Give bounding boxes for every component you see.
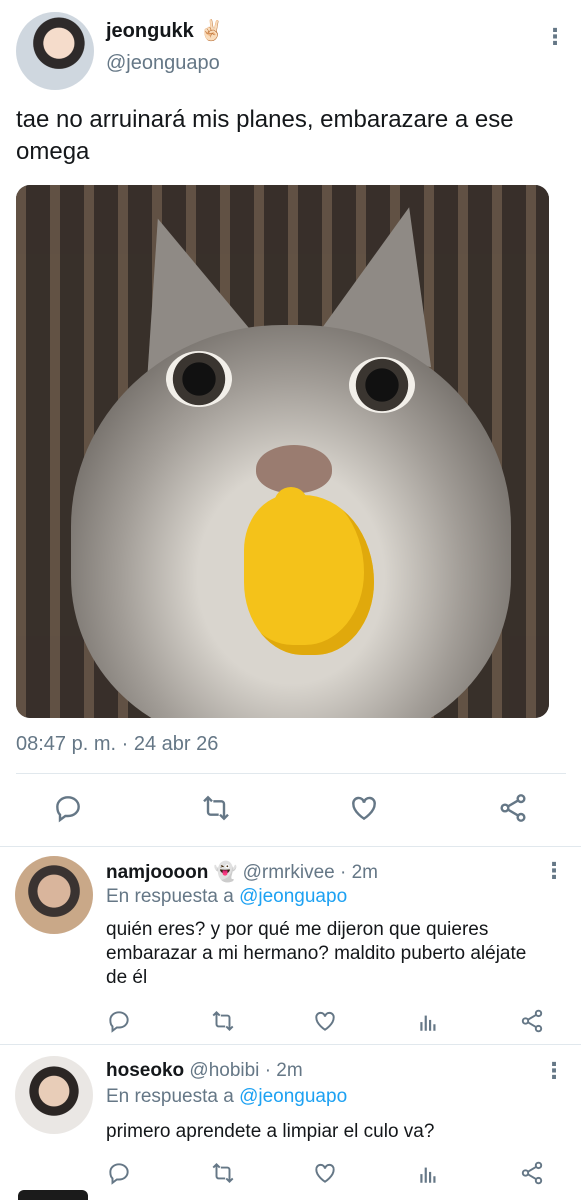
more-icon[interactable]: ⋮: [543, 860, 565, 882]
display-name[interactable]: hoseoko: [106, 1060, 184, 1081]
retweet-icon[interactable]: [210, 1160, 236, 1186]
retweet-icon[interactable]: [200, 792, 232, 824]
like-icon[interactable]: [312, 1008, 338, 1034]
more-icon[interactable]: ⋮: [544, 26, 566, 48]
share-icon[interactable]: [497, 792, 529, 824]
cat-eye-left: [166, 351, 232, 407]
like-icon[interactable]: [348, 792, 380, 824]
reply-item[interactable]: hoseoko @hobibi · 2m ⋮ En respuesta a @j…: [0, 1044, 581, 1194]
like-icon[interactable]: [312, 1160, 338, 1186]
reply-actions: [0, 1008, 581, 1036]
handle[interactable]: @hobibi: [189, 1060, 259, 1081]
reply-item[interactable]: namjoooon 👻 @rmrkivee · 2m ⋮ En respuest…: [0, 846, 581, 1044]
share-icon[interactable]: [519, 1160, 545, 1186]
reply-icon[interactable]: [106, 1008, 132, 1034]
in-reply-to: En respuesta a @jeonguapo: [106, 886, 347, 908]
reply-actions: [0, 1160, 581, 1188]
share-icon[interactable]: [519, 1008, 545, 1034]
avatar[interactable]: [15, 856, 93, 934]
tweet-text: tae no arruinará mis planes, embarazare …: [16, 106, 514, 165]
reply-text: quién eres? y por qué me dijeron que qui…: [106, 919, 527, 988]
retweet-icon[interactable]: [210, 1008, 236, 1034]
tweet-timestamp[interactable]: 08:47 p. m. · 24 abr 26: [16, 733, 218, 756]
divider: [16, 773, 566, 774]
handle[interactable]: @rmrkivee: [243, 862, 335, 883]
in-reply-prefix: En respuesta a: [106, 886, 234, 907]
cat-nose: [256, 445, 332, 493]
handle[interactable]: @jeonguapo: [106, 52, 220, 75]
more-icon[interactable]: ⋮: [543, 1060, 565, 1082]
analytics-icon[interactable]: [416, 1160, 442, 1186]
avatar[interactable]: [15, 1056, 93, 1134]
in-reply-to: En respuesta a @jeonguapo: [106, 1086, 347, 1108]
reply-icon[interactable]: [52, 792, 84, 824]
display-name[interactable]: jeongukk ✌🏻: [106, 18, 224, 43]
reply-meta: namjoooon 👻 @rmrkivee · 2m: [106, 860, 378, 884]
tweet-actions: [0, 792, 581, 828]
tweet-header: jeongukk ✌🏻 @jeonguapo: [14, 10, 567, 90]
reply-meta: hoseoko @hobibi · 2m: [106, 1060, 303, 1082]
reply-time: · 2m: [340, 862, 378, 883]
cat-eye-right: [349, 357, 415, 413]
reply-text: primero aprendete a limpiar el culo va?: [106, 1121, 435, 1142]
reply-time: · 2m: [264, 1060, 303, 1081]
reply-icon[interactable]: [106, 1160, 132, 1186]
in-reply-prefix: En respuesta a: [106, 1086, 234, 1107]
display-name[interactable]: namjoooon 👻: [106, 862, 237, 883]
analytics-icon[interactable]: [416, 1008, 442, 1034]
avatar[interactable]: [16, 12, 94, 90]
in-reply-handle-link[interactable]: @jeonguapo: [239, 1086, 347, 1107]
in-reply-handle-link[interactable]: @jeonguapo: [239, 886, 347, 907]
tweet-photo[interactable]: [16, 185, 549, 718]
